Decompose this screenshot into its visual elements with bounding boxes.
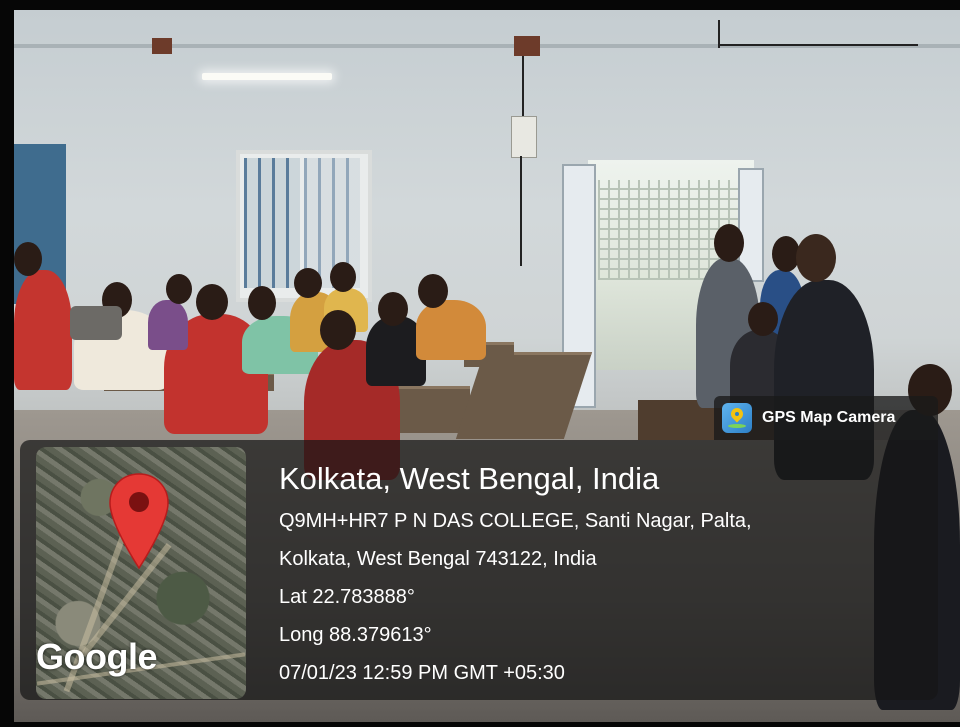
gps-map-camera-icon — [722, 403, 752, 433]
longitude-line: Long 88.379613° — [279, 624, 432, 646]
camera-equipment — [70, 306, 122, 340]
address-line-1: Q9MH+HR7 P N DAS COLLEGE, Santi Nagar, P… — [279, 510, 752, 532]
student-head — [248, 286, 276, 320]
image-frame: GPS Map Camera Google Kolkata, West Beng… — [0, 0, 960, 727]
google-wordmark: Google — [36, 636, 158, 677]
student-head — [196, 284, 228, 320]
tube-light — [202, 73, 332, 80]
gps-badge-label: GPS Map Camera — [762, 409, 896, 426]
wall-cable — [718, 44, 918, 46]
student-head — [14, 242, 42, 276]
seated-student — [416, 300, 486, 360]
student-head — [378, 292, 408, 326]
wall-cable — [522, 56, 524, 116]
switch-board — [511, 116, 537, 158]
gps-map-camera-badge: GPS Map Camera — [714, 396, 938, 440]
student-head — [294, 268, 322, 298]
location-text-block: Kolkata, West Bengal, India Q9MH+HR7 P N… — [279, 456, 752, 692]
wall-cable — [520, 156, 522, 266]
student-head — [166, 274, 192, 304]
map-pin-icon — [109, 473, 169, 570]
seated-student — [148, 300, 188, 350]
guest-head — [796, 234, 836, 282]
guest-head — [714, 224, 744, 262]
seated-student — [14, 270, 72, 390]
guest-head — [748, 302, 778, 336]
latitude-line: Lat 22.783888° — [279, 586, 415, 608]
student-head — [320, 310, 356, 350]
student-head — [330, 262, 356, 292]
junction-box — [152, 38, 172, 54]
address-line-2: Kolkata, West Bengal 743122, India — [279, 548, 597, 570]
city-line: Kolkata, West Bengal, India — [279, 461, 660, 496]
junction-box — [514, 36, 540, 56]
student-head — [418, 274, 448, 308]
timestamp-line: 07/01/23 12:59 PM GMT +05:30 — [279, 662, 565, 684]
